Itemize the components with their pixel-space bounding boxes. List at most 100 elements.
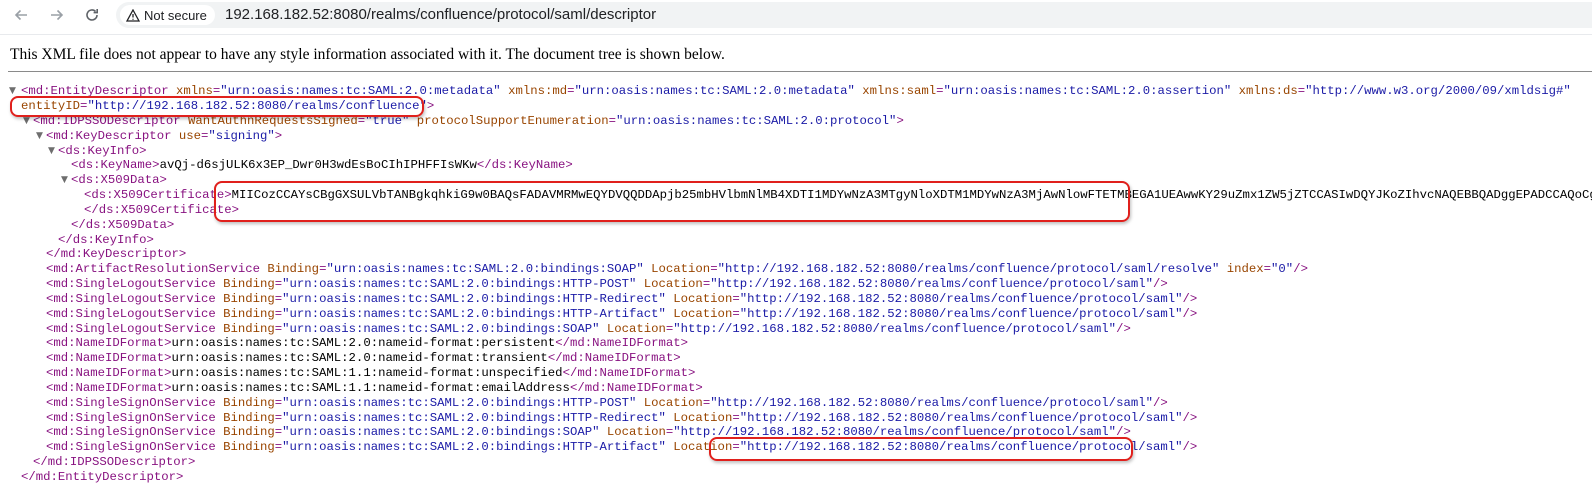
tag-name: <md:SingleSignOnService (46, 425, 216, 439)
tag-name: </md:NameIDFormat> (555, 336, 689, 350)
attr-value: "urn:oasis:names:tc:SAML:2.0:bindings:SO… (326, 262, 644, 276)
attr-name: Binding (215, 307, 275, 321)
toolbar-divider (0, 34, 1592, 35)
tag-name: <md:NameIDFormat> (46, 351, 172, 365)
tag-bracket: /> (1152, 277, 1168, 291)
reload-button[interactable] (80, 3, 104, 27)
attr-value: "urn:oasis:names:tc:SAML:2.0:assertion" (943, 84, 1232, 98)
attr-value: "true" (365, 114, 410, 128)
attr-name: Location (636, 396, 703, 410)
attr-value: "urn:oasis:names:tc:SAML:2.0:bindings:HT… (282, 277, 637, 291)
attr-name: WantAuthnRequestsSigned (180, 114, 358, 128)
tag-name: </md:KeyDescriptor> (46, 247, 187, 261)
name-id-format: <md:NameIDFormat>urn:oasis:names:tc:SAML… (46, 381, 703, 396)
attr-name: Location (599, 322, 666, 336)
tag-name: </ds:X509Data> (71, 218, 175, 232)
attr-value: "http://www.w3.org/2000/09/xmldsig#" (1305, 84, 1571, 98)
name-id-format-text: urn:oasis:names:tc:SAML:2.0:nameid-forma… (171, 351, 548, 365)
attr-value: "0" (1271, 262, 1294, 276)
back-button[interactable] (9, 3, 33, 27)
tag-bracket: /> (1293, 262, 1308, 276)
attr-name: Binding (260, 262, 320, 276)
attr-name: Location (636, 277, 703, 291)
attr-name: Location (665, 307, 733, 321)
tag-bracket: > (274, 129, 283, 143)
tag-name: <md:EntityDescriptor (21, 84, 169, 98)
collapse-triangle-icon[interactable]: ▼ (23, 114, 30, 129)
single-logout-service: <md:SingleLogoutService Binding="urn:oas… (46, 277, 1168, 291)
security-indicator[interactable]: Not secure (120, 5, 215, 25)
entity-id-value: "http://192.168.182.52:8080/realms/confl… (87, 99, 427, 113)
tag-bracket: /> (1152, 396, 1168, 410)
key-name-text: avQj-d6sjULK6x3EP_Dwr0H3wdEsBoCIhIPHFFIs… (159, 158, 477, 172)
attr-name: Location (599, 425, 666, 439)
tag-bracket: /> (1182, 307, 1198, 321)
tag-bracket: /> (1116, 322, 1131, 336)
tag-name: </md:NameIDFormat> (569, 381, 703, 395)
xml-info-text: This XML file does not appear to have an… (10, 46, 725, 63)
tag-name: </ds:KeyName> (476, 158, 573, 172)
name-id-format: <md:NameIDFormat>urn:oasis:names:tc:SAML… (46, 336, 688, 351)
x509-certificate-close: </ds:X509Certificate> (84, 203, 239, 218)
tag-name: <md:NameIDFormat> (46, 366, 172, 380)
collapse-triangle-icon[interactable]: ▼ (48, 144, 55, 159)
single-sign-on-service: <md:SingleSignOnService Binding="urn:oas… (46, 411, 1198, 425)
attr-name: xmlns (168, 84, 213, 98)
attr-value: "http://192.168.182.52:8080/realms/confl… (739, 411, 1183, 425)
entity-descriptor-close: </md:EntityDescriptor> (21, 470, 183, 485)
name-id-format-text: urn:oasis:names:tc:SAML:1.1:nameid-forma… (171, 366, 563, 380)
tag-name: </ds:X509Certificate> (84, 203, 239, 217)
attr-name: Binding (215, 396, 275, 410)
idpsso-descriptor-open: <md:IDPSSODescriptor WantAuthnRequestsSi… (33, 114, 904, 128)
forward-button[interactable] (45, 3, 69, 27)
attr-name: xmlns:md (500, 84, 568, 98)
attr-value: "urn:oasis:names:tc:SAML:2.0:bindings:SO… (282, 322, 600, 336)
tag-name: </md:IDPSSODescriptor> (33, 455, 196, 469)
security-label: Not secure (144, 7, 207, 23)
attr-value: "urn:oasis:names:tc:SAML:2.0:metadata" (220, 84, 501, 98)
tag-name: <md:ArtifactResolutionService (46, 262, 261, 276)
x509-data-close: </ds:X509Data> (71, 218, 174, 233)
tag-name: <ds:X509Certificate> (84, 188, 232, 202)
attr-value: "urn:oasis:names:tc:SAML:2.0:bindings:HT… (282, 396, 637, 410)
name-id-format: <md:NameIDFormat>urn:oasis:names:tc:SAML… (46, 366, 695, 381)
url-text[interactable]: 192.168.182.52:8080/realms/confluence/pr… (225, 6, 656, 23)
collapse-triangle-icon[interactable]: ▼ (9, 84, 16, 99)
artifact-resolution-service: <md:ArtifactResolutionService Binding="u… (46, 262, 1308, 276)
tag-bracket: /> (1182, 292, 1198, 306)
name-id-format-text: urn:oasis:names:tc:SAML:2.0:nameid-forma… (171, 336, 556, 350)
attr-value: "http://192.168.182.52:8080/realms/confl… (673, 425, 1117, 439)
tag-name: <md:SingleLogoutService (46, 322, 216, 336)
attr-value: "urn:oasis:names:tc:SAML:2.0:metadata" (574, 84, 855, 98)
attr-value: "urn:oasis:names:tc:SAML:2.0:bindings:HT… (282, 440, 666, 454)
single-logout-service: <md:SingleLogoutService Binding="urn:oas… (46, 307, 1198, 321)
tag-bracket: /> (1182, 411, 1198, 425)
x509-certificate-line: <ds:X509Certificate>MIICozCCAYsCBgGXSULV… (84, 188, 1592, 203)
key-descriptor-open: <md:KeyDescriptor use="signing"> (46, 129, 283, 143)
attr-value: "http://192.168.182.52:8080/realms/confl… (673, 322, 1117, 336)
name-id-format-text: urn:oasis:names:tc:SAML:1.1:nameid-forma… (171, 381, 570, 395)
tag-name: <ds:X509Data> (71, 173, 167, 187)
attr-name: Location (665, 440, 733, 454)
tag-bracket: /> (1182, 440, 1198, 454)
reload-icon (86, 9, 98, 21)
collapse-triangle-icon[interactable]: ▼ (36, 129, 43, 144)
warning-triangle-icon (126, 8, 140, 22)
entity-descriptor-open: <md:EntityDescriptor xmlns="urn:oasis:na… (21, 84, 1571, 98)
tag-name: </ds:KeyInfo> (58, 233, 154, 247)
attr-name: Binding (215, 292, 275, 306)
attr-value: "http://192.168.182.52:8080/realms/confl… (710, 396, 1153, 410)
key-info-close: </ds:KeyInfo> (58, 233, 154, 248)
attr-name: Binding (215, 425, 275, 439)
attr-name: Location (665, 292, 733, 306)
attr-value: "urn:oasis:names:tc:SAML:2.0:bindings:SO… (282, 425, 600, 439)
tag-name: <md:SingleSignOnService (46, 411, 216, 425)
attr-value: "http://192.168.182.52:8080/realms/confl… (739, 292, 1183, 306)
collapse-triangle-icon[interactable]: ▼ (61, 173, 68, 188)
tag-name: <md:NameIDFormat> (46, 336, 172, 350)
attr-name: xmlns:ds (1231, 84, 1298, 98)
attr-name: Location (643, 262, 711, 276)
entity-id-line: entityID="http://192.168.182.52:8080/rea… (21, 99, 435, 113)
key-descriptor-close: </md:KeyDescriptor> (46, 247, 186, 262)
attr-name: Location (665, 411, 733, 425)
